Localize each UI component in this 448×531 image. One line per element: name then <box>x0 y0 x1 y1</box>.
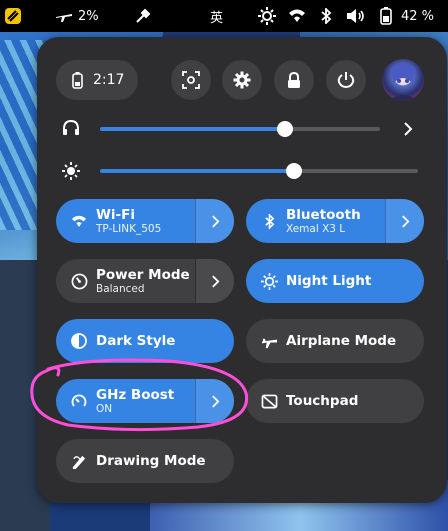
bluetooth-toggle[interactable]: Bluetooth Xemal X3 L <box>246 199 385 243</box>
power-mode-icon <box>70 272 88 290</box>
chevron-right-icon <box>211 394 219 408</box>
brightness-slider-row <box>37 159 447 183</box>
power-mode-toggle[interactable]: Power Mode Balanced <box>56 259 195 303</box>
drawing-mode-toggle[interactable]: Drawing Mode <box>56 439 234 483</box>
wifi-icon <box>70 212 88 230</box>
wifi-menu-button[interactable] <box>195 199 234 243</box>
chevron-right-icon <box>211 274 219 288</box>
headphones-icon <box>63 120 79 135</box>
power-mode-value: Balanced <box>96 282 145 295</box>
bluetooth-icon <box>260 212 278 230</box>
ghz-boost-menu-button[interactable] <box>195 379 234 423</box>
night-light-tile[interactable]: Night Light <box>246 259 424 303</box>
lock-icon <box>288 71 300 88</box>
volume-slider-fill <box>100 127 285 131</box>
input-method-indicator[interactable]: 英 <box>210 0 223 32</box>
power-mode-menu-button[interactable] <box>195 259 234 303</box>
bluetooth-tile[interactable]: Bluetooth Xemal X3 L <box>246 199 424 243</box>
power-mode-title: Power Mode <box>96 266 190 283</box>
battery-icon <box>72 71 83 89</box>
ghz-boost-toggle[interactable]: GHz Boost ON <box>56 379 195 423</box>
ghz-boost-tile[interactable]: GHz Boost ON <box>56 379 234 423</box>
airplane-mode-toggle[interactable]: Airplane Mode <box>246 319 424 363</box>
touchpad-toggle[interactable]: Touchpad <box>246 379 424 423</box>
dark-style-toggle[interactable]: Dark Style <box>56 319 234 363</box>
drawing-mode-tile[interactable]: Drawing Mode <box>56 439 234 483</box>
app-indicator-icon[interactable] <box>4 0 22 32</box>
settings-button[interactable] <box>222 60 262 100</box>
ghz-boost-title: GHz Boost <box>96 386 175 403</box>
volume-status-icon <box>346 0 366 32</box>
power-mode-tile[interactable]: Power Mode Balanced <box>56 259 234 303</box>
color-picker-icon[interactable] <box>135 0 151 32</box>
speedometer-icon <box>70 392 88 410</box>
night-light-icon <box>260 272 278 290</box>
battery-button[interactable]: 2:17 <box>56 60 138 100</box>
wifi-network-name: TP-LINK_505 <box>96 222 162 235</box>
brightness-icon <box>62 162 80 180</box>
chevron-right-icon <box>401 214 409 228</box>
gear-icon <box>233 71 251 89</box>
brightness-slider-handle[interactable] <box>285 163 302 179</box>
power-button[interactable] <box>326 60 366 100</box>
brightness-status-icon <box>258 0 276 32</box>
drawing-mode-title: Drawing Mode <box>96 453 206 469</box>
touchpad-disabled-icon <box>260 392 278 410</box>
airplane-icon <box>260 332 278 350</box>
battery-status-icon <box>380 0 392 32</box>
airplane-mode-title: Airplane Mode <box>286 333 397 349</box>
bluetooth-menu-button[interactable] <box>385 199 424 243</box>
volume-slider-handle[interactable] <box>276 121 293 137</box>
screenshot-button[interactable] <box>171 60 211 100</box>
lock-button[interactable] <box>274 60 314 100</box>
chevron-right-icon <box>211 214 219 228</box>
dark-style-tile[interactable]: Dark Style <box>56 319 234 363</box>
bluetooth-title: Bluetooth <box>286 206 361 223</box>
bluetooth-status-icon <box>320 0 332 32</box>
wifi-toggle[interactable]: Wi-Fi TP-LINK_505 <box>56 199 195 243</box>
ghz-boost-status: ON <box>96 402 113 415</box>
dark-style-title: Dark Style <box>96 333 176 349</box>
quick-settings-panel: 2:17 Wi-Fi TP-LINK_505 Bluetooth Xemal X… <box>37 37 447 503</box>
brightness-slider-fill <box>100 169 294 173</box>
chevron-right-icon[interactable] <box>403 122 413 136</box>
drawing-icon <box>70 452 88 470</box>
touchpad-title: Touchpad <box>286 393 359 409</box>
top-bar: 2% 英 42 % <box>0 0 448 32</box>
night-light-toggle[interactable]: Night Light <box>246 259 424 303</box>
dark-style-icon <box>70 332 88 350</box>
wifi-tile[interactable]: Wi-Fi TP-LINK_505 <box>56 199 234 243</box>
plane-battery-icon[interactable] <box>55 0 73 32</box>
bluetooth-device-name: Xemal X3 L <box>286 222 346 235</box>
volume-slider-row <box>37 117 447 141</box>
battery-percent: 42 % <box>401 8 435 24</box>
device-battery-percent: 2% <box>78 8 99 24</box>
volume-slider[interactable] <box>100 121 380 137</box>
wifi-status-icon <box>288 0 306 32</box>
battery-time: 2:17 <box>93 72 125 88</box>
brightness-slider[interactable] <box>100 163 418 179</box>
wifi-title: Wi-Fi <box>96 206 135 223</box>
night-light-title: Night Light <box>286 273 372 289</box>
avatar[interactable] <box>382 59 424 101</box>
power-icon <box>337 72 355 89</box>
touchpad-tile[interactable]: Touchpad <box>246 379 424 423</box>
airplane-mode-tile[interactable]: Airplane Mode <box>246 319 424 363</box>
screenshot-icon <box>182 71 200 89</box>
